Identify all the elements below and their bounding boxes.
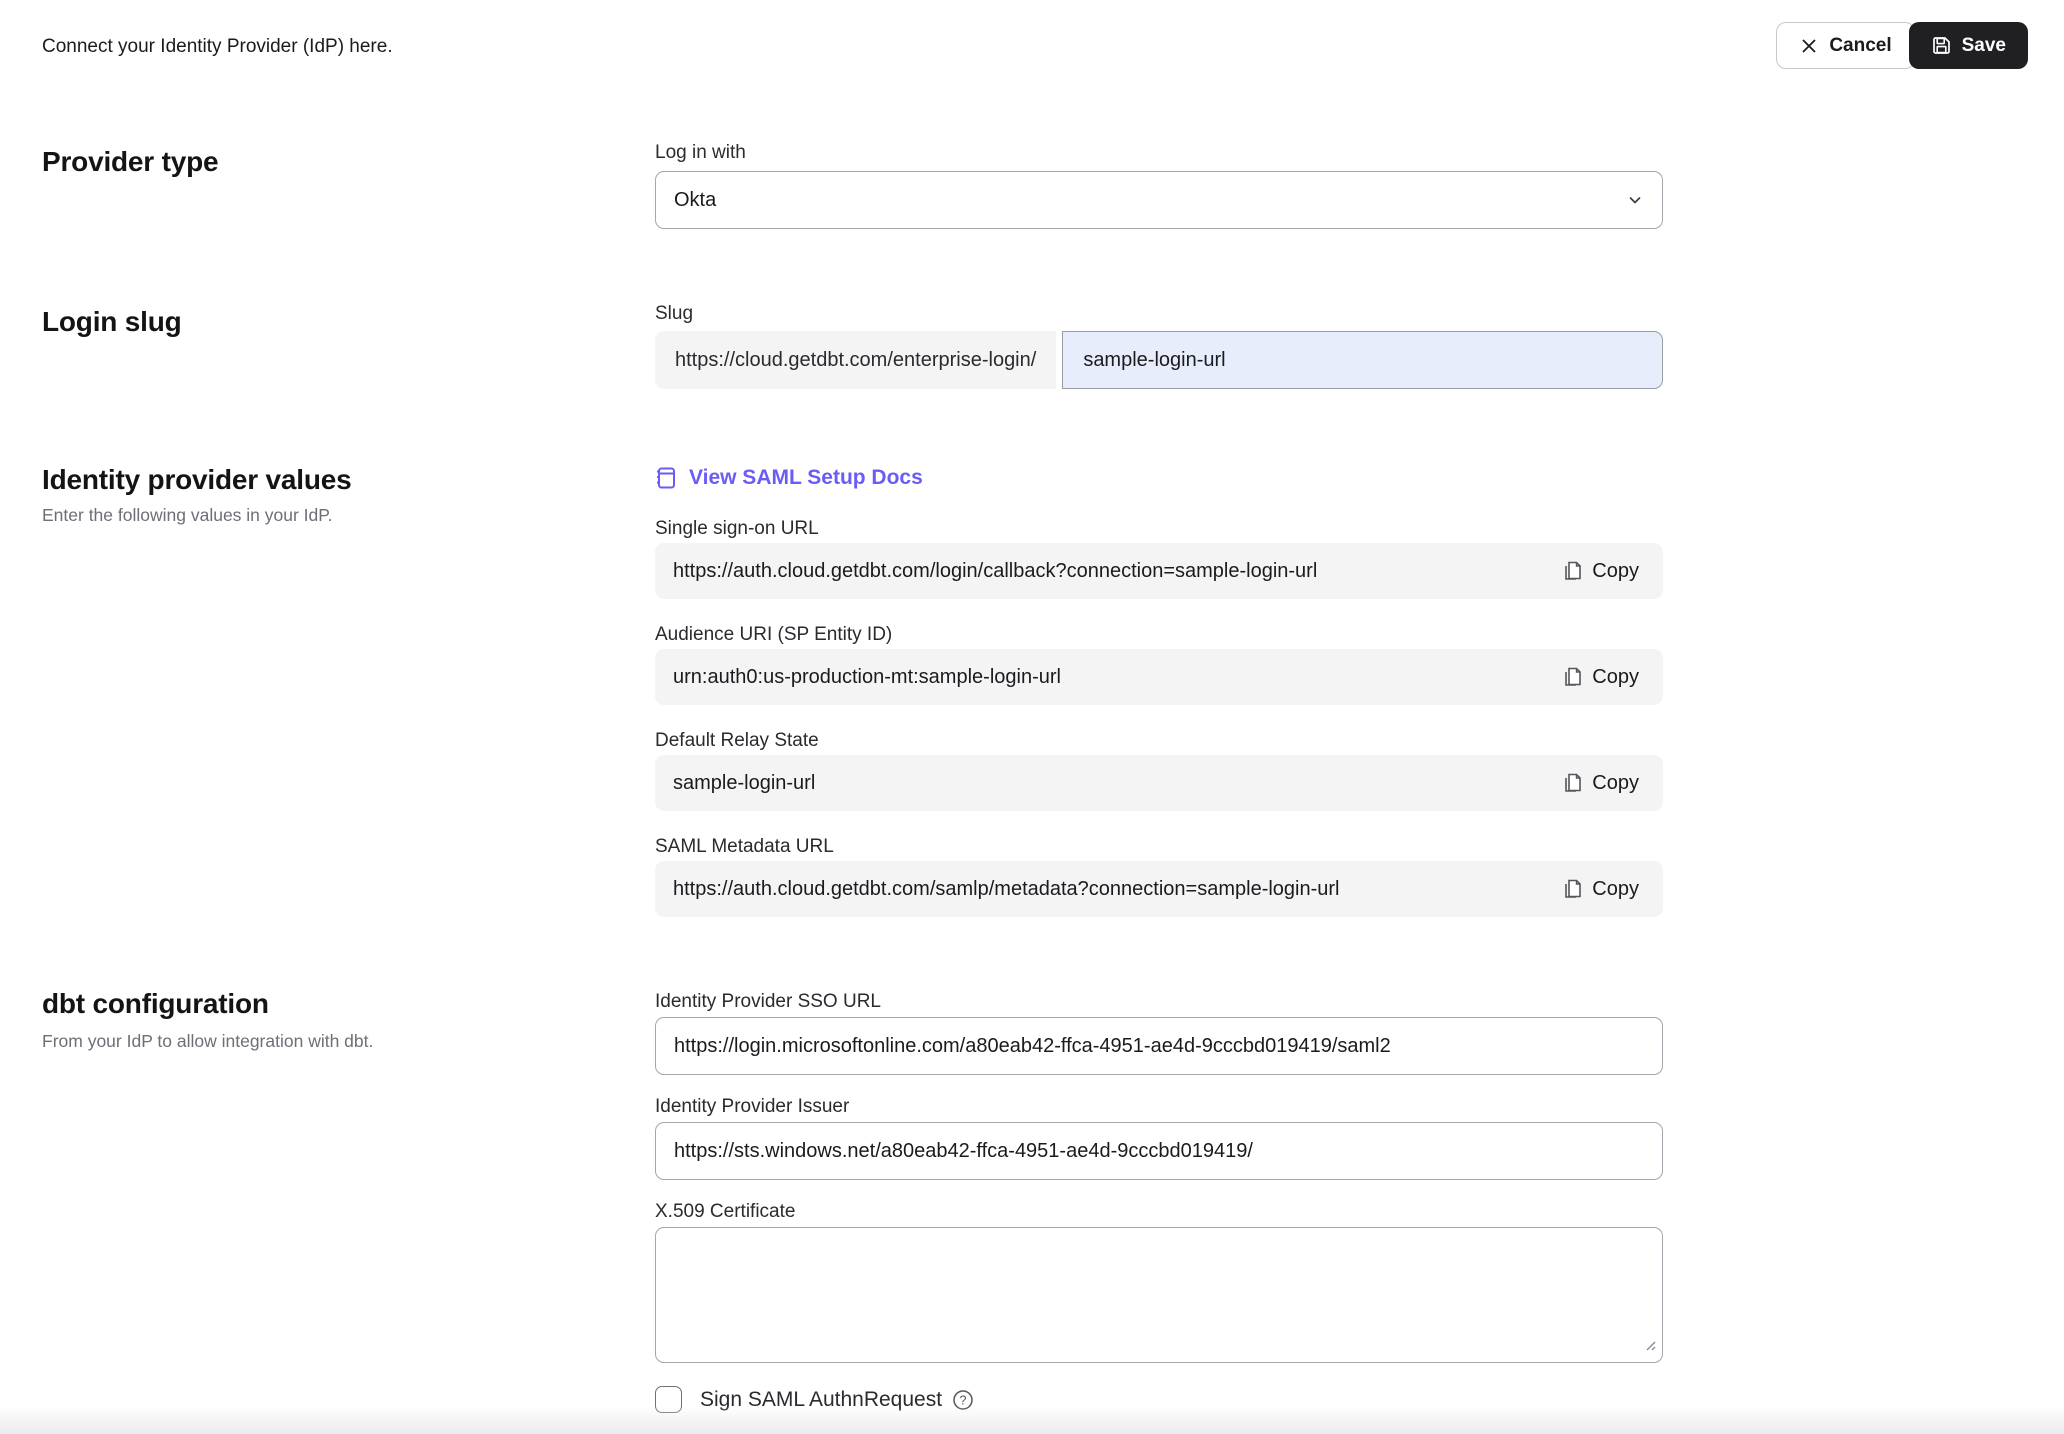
idp-sso-url-label: Identity Provider SSO URL <box>655 991 1663 1013</box>
close-icon <box>1799 36 1819 56</box>
header-actions: Cancel Save <box>1776 22 2028 69</box>
sso-url-label: Single sign-on URL <box>655 518 1663 540</box>
section-sub-dbt-config: From your IdP to allow integration with … <box>42 1031 373 1052</box>
sso-url-row: https://auth.cloud.getdbt.com/login/call… <box>655 543 1663 599</box>
slug-input[interactable] <box>1062 331 1663 389</box>
cancel-button-label: Cancel <box>1829 35 1891 57</box>
relay-state-row: sample-login-url Copy <box>655 755 1663 811</box>
idp-settings-page: Connect your Identity Provider (IdP) her… <box>0 0 2064 1434</box>
page-description: Connect your Identity Provider (IdP) her… <box>42 36 393 58</box>
saml-metadata-row: https://auth.cloud.getdbt.com/samlp/meta… <box>655 861 1663 917</box>
sso-url-value: https://auth.cloud.getdbt.com/login/call… <box>673 560 1317 583</box>
chevron-down-icon <box>1626 191 1644 209</box>
copy-button-label: Copy <box>1592 560 1639 583</box>
certificate-label: X.509 Certificate <box>655 1201 1663 1223</box>
copy-icon <box>1562 560 1583 583</box>
slug-field: https://cloud.getdbt.com/enterprise-logi… <box>655 331 1663 389</box>
section-sub-idp-values: Enter the following values in your IdP. <box>42 505 333 526</box>
copy-icon <box>1562 666 1583 689</box>
idp-sso-url-input[interactable] <box>655 1017 1663 1075</box>
copy-button-label: Copy <box>1592 878 1639 901</box>
provider-select[interactable]: Okta <box>655 171 1663 229</box>
saml-metadata-label: SAML Metadata URL <box>655 836 1663 858</box>
copy-button-sso-url[interactable]: Copy <box>1562 560 1639 583</box>
copy-icon <box>1562 878 1583 901</box>
audience-uri-label: Audience URI (SP Entity ID) <box>655 624 1663 646</box>
section-heading-login-slug: Login slug <box>42 306 182 338</box>
saml-docs-link-row: View SAML Setup Docs <box>655 466 1663 495</box>
save-button[interactable]: Save <box>1909 22 2028 69</box>
cancel-button[interactable]: Cancel <box>1776 22 1914 69</box>
save-button-label: Save <box>1962 35 2006 57</box>
idp-issuer-label: Identity Provider Issuer <box>655 1096 1663 1118</box>
relay-state-value: sample-login-url <box>673 772 815 795</box>
saml-metadata-value: https://auth.cloud.getdbt.com/samlp/meta… <box>673 878 1340 901</box>
view-saml-docs-link[interactable]: View SAML Setup Docs <box>655 466 923 490</box>
certificate-field-wrap <box>655 1227 1663 1363</box>
copy-button-audience-uri[interactable]: Copy <box>1562 666 1639 689</box>
copy-button-relay-state[interactable]: Copy <box>1562 772 1639 795</box>
copy-button-saml-metadata[interactable]: Copy <box>1562 878 1639 901</box>
slug-label: Slug <box>655 303 1663 325</box>
copy-button-label: Copy <box>1592 666 1639 689</box>
audience-uri-row: urn:auth0:us-production-mt:sample-login-… <box>655 649 1663 705</box>
section-heading-provider-type: Provider type <box>42 146 218 178</box>
section-heading-idp-values: Identity provider values <box>42 464 352 496</box>
login-with-label: Log in with <box>655 142 1663 164</box>
relay-state-label: Default Relay State <box>655 730 1663 752</box>
save-disk-icon <box>1931 35 1952 56</box>
idp-issuer-input[interactable] <box>655 1122 1663 1180</box>
view-saml-docs-label: View SAML Setup Docs <box>689 466 923 490</box>
audience-uri-value: urn:auth0:us-production-mt:sample-login-… <box>673 666 1061 689</box>
copy-icon <box>1562 772 1583 795</box>
certificate-textarea[interactable] <box>655 1227 1663 1363</box>
bottom-scroll-fade <box>0 1406 2064 1434</box>
svg-text:?: ? <box>960 1393 967 1407</box>
section-heading-dbt-config: dbt configuration <box>42 988 269 1020</box>
copy-button-label: Copy <box>1592 772 1639 795</box>
slug-url-prefix: https://cloud.getdbt.com/enterprise-logi… <box>655 331 1056 389</box>
docs-book-icon <box>655 466 677 490</box>
provider-select-value: Okta <box>674 189 716 212</box>
